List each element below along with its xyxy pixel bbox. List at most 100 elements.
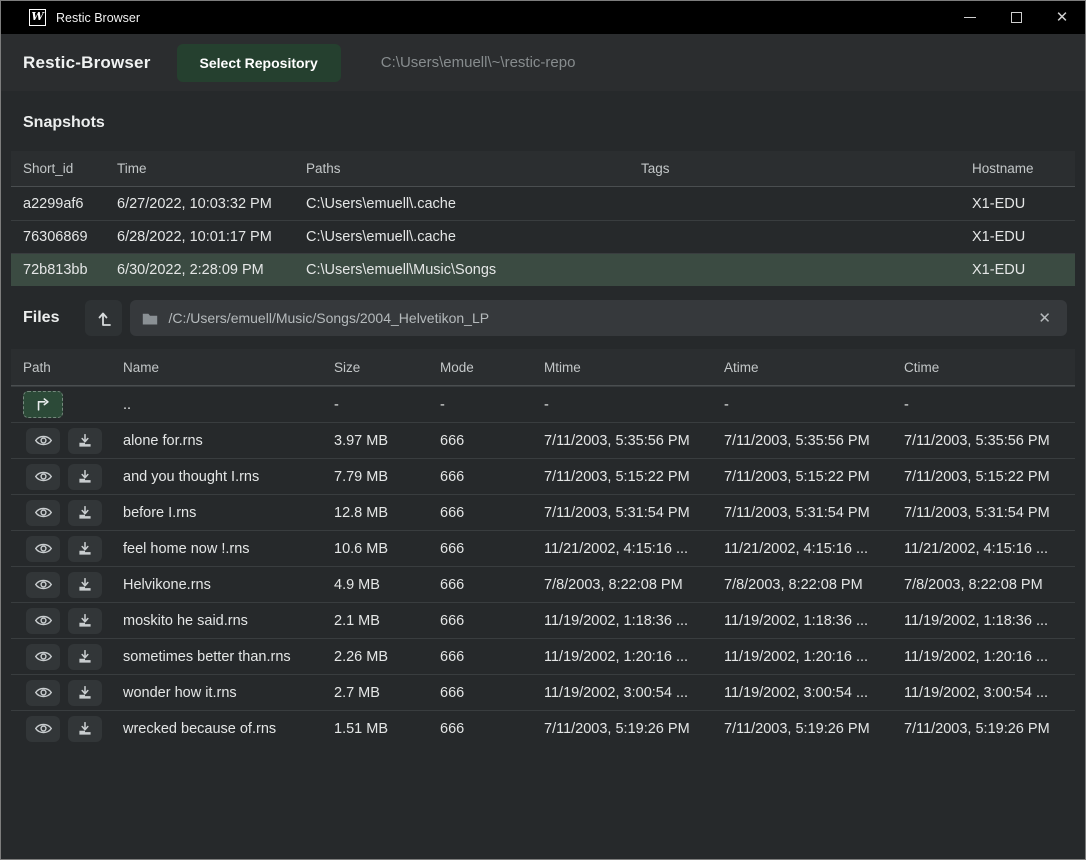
current-path-bar[interactable]: /C:/Users/emuell/Music/Songs/2004_Helvet…: [130, 300, 1067, 336]
file-mtime: -: [532, 397, 712, 413]
select-repository-button[interactable]: Select Repository: [177, 44, 341, 82]
snapshots-section-title: Snapshots: [1, 91, 1085, 151]
snapshot-time: 6/30/2022, 2:28:09 PM: [105, 262, 294, 278]
snapshot-row[interactable]: 72b813bb6/30/2022, 2:28:09 PMC:\Users\em…: [11, 253, 1075, 286]
snapshots-table: Short_id Time Paths Tags Hostname a2299a…: [11, 151, 1075, 286]
file-row: before I.rns12.8 MB6667/11/2003, 5:31:54…: [11, 494, 1075, 530]
file-mode: 666: [428, 685, 532, 701]
file-mode: 666: [428, 433, 532, 449]
file-actions: [11, 500, 111, 526]
file-mode: 666: [428, 613, 532, 629]
parent-dir-icon: [35, 397, 51, 412]
download-file-button[interactable]: [68, 464, 102, 490]
column-header-short-id: Short_id: [11, 161, 105, 176]
preview-file-button[interactable]: [26, 536, 60, 562]
file-actions: [11, 572, 111, 598]
file-size: 2.1 MB: [322, 613, 428, 629]
eye-icon: [35, 470, 52, 483]
download-file-button[interactable]: [68, 680, 102, 706]
file-ctime: 7/11/2003, 5:31:54 PM: [892, 505, 1075, 521]
eye-icon: [35, 434, 52, 447]
column-header-atime: Atime: [712, 360, 892, 375]
close-button[interactable]: ✕: [1039, 1, 1085, 34]
file-actions: [11, 680, 111, 706]
file-size: -: [322, 397, 428, 413]
file-name: feel home now !.rns: [111, 541, 322, 557]
download-icon: [78, 686, 92, 700]
file-ctime: 11/19/2002, 1:18:36 ...: [892, 613, 1075, 629]
preview-file-button[interactable]: [26, 572, 60, 598]
file-row: sometimes better than.rns2.26 MB66611/19…: [11, 638, 1075, 674]
file-ctime: 7/8/2003, 8:22:08 PM: [892, 577, 1075, 593]
eye-icon: [35, 650, 52, 663]
maximize-button[interactable]: [993, 1, 1039, 34]
file-mode: 666: [428, 721, 532, 737]
download-icon: [78, 542, 92, 556]
file-ctime: 11/19/2002, 1:20:16 ...: [892, 649, 1075, 665]
file-row: wrecked because of.rns1.51 MB6667/11/200…: [11, 710, 1075, 746]
file-mode: 666: [428, 541, 532, 557]
file-ctime: 11/21/2002, 4:15:16 ...: [892, 541, 1075, 557]
current-path-text: /C:/Users/emuell/Music/Songs/2004_Helvet…: [168, 310, 1034, 326]
eye-icon: [35, 722, 52, 735]
download-file-button[interactable]: [68, 428, 102, 454]
file-atime: -: [712, 397, 892, 413]
download-file-button[interactable]: [68, 536, 102, 562]
preview-file-button[interactable]: [26, 428, 60, 454]
files-rows: ..-----alone for.rns3.97 MB6667/11/2003,…: [11, 386, 1075, 746]
preview-file-button[interactable]: [26, 680, 60, 706]
file-name: and you thought I.rns: [111, 469, 322, 485]
snapshot-short-id: 72b813bb: [11, 262, 105, 278]
file-atime: 11/19/2002, 1:20:16 ...: [712, 649, 892, 665]
file-name: wonder how it.rns: [111, 685, 322, 701]
snapshot-row[interactable]: 763068696/28/2022, 10:01:17 PMC:\Users\e…: [11, 220, 1075, 253]
file-actions: [11, 391, 111, 418]
file-atime: 7/8/2003, 8:22:08 PM: [712, 577, 892, 593]
file-size: 2.26 MB: [322, 649, 428, 665]
title-bar[interactable]: W Restic Browser ✕: [1, 1, 1085, 34]
file-row: wonder how it.rns2.7 MB666 11/19/2002, 3:…: [11, 674, 1075, 710]
eye-icon: [35, 686, 52, 699]
files-table-header: Path Name Size Mode Mtime Atime Ctime: [11, 349, 1075, 386]
preview-file-button[interactable]: [26, 644, 60, 670]
download-file-button[interactable]: [68, 500, 102, 526]
file-mtime: 7/8/2003, 8:22:08 PM: [532, 577, 712, 593]
go-to-root-button[interactable]: [85, 300, 122, 336]
file-atime: 11/19/2002, 3:00:54 ...: [712, 685, 892, 701]
files-section-title: Files: [23, 309, 59, 327]
file-actions: [11, 428, 111, 454]
snapshot-short-id: 76306869: [11, 229, 105, 245]
file-actions: [11, 608, 111, 634]
file-row: alone for.rns3.97 MB6667/11/2003, 5:35:5…: [11, 422, 1075, 458]
file-mtime: 7/11/2003, 5:31:54 PM: [532, 505, 712, 521]
file-atime: 7/11/2003, 5:31:54 PM: [712, 505, 892, 521]
download-file-button[interactable]: [68, 608, 102, 634]
column-header-paths: Paths: [294, 161, 629, 176]
preview-file-button[interactable]: [26, 608, 60, 634]
file-mode: -: [428, 397, 532, 413]
download-file-button[interactable]: [68, 716, 102, 742]
file-ctime: -: [892, 397, 1075, 413]
minimize-button[interactable]: [947, 1, 993, 34]
go-parent-directory-button[interactable]: [23, 391, 63, 418]
clear-path-button[interactable]: ✕: [1034, 309, 1055, 328]
preview-file-button[interactable]: [26, 716, 60, 742]
file-mode: 666: [428, 469, 532, 485]
preview-file-button[interactable]: [26, 464, 60, 490]
download-file-button[interactable]: [68, 644, 102, 670]
file-size: 2.7 MB: [322, 685, 428, 701]
column-header-ctime: Ctime: [892, 360, 1075, 375]
file-name: sometimes better than.rns: [111, 649, 322, 665]
download-file-button[interactable]: [68, 572, 102, 598]
download-icon: [78, 650, 92, 664]
file-mtime: 11/21/2002, 4:15:16 ...: [532, 541, 712, 557]
app-header: Restic-Browser Select Repository C:\User…: [1, 34, 1085, 91]
file-name: before I.rns: [111, 505, 322, 521]
preview-file-button[interactable]: [26, 500, 60, 526]
snapshot-row[interactable]: a2299af66/27/2022, 10:03:32 PMC:\Users\e…: [11, 187, 1075, 220]
minimize-icon: [964, 17, 976, 18]
download-icon: [78, 614, 92, 628]
snapshot-hostname: X1-EDU: [960, 229, 1075, 245]
window-controls: ✕: [947, 1, 1085, 34]
download-icon: [78, 578, 92, 592]
